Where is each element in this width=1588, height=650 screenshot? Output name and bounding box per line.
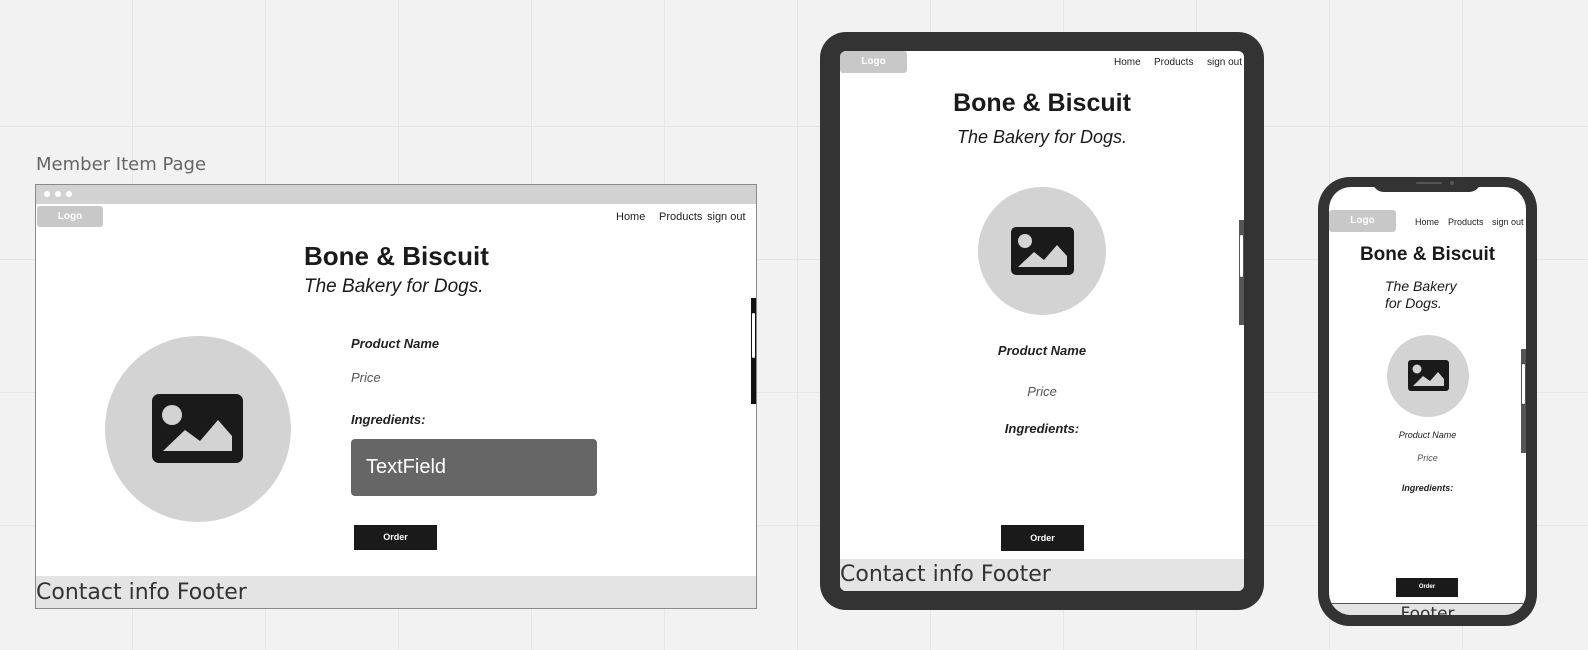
phone-notch: [1372, 177, 1481, 192]
scrollbar[interactable]: [1521, 349, 1526, 453]
nav-sign-out-link[interactable]: sign out: [1207, 57, 1242, 68]
window-dot-icon: [44, 191, 50, 197]
nav-home-link[interactable]: Home: [1415, 217, 1439, 227]
ingredients-textfield[interactable]: TextField: [351, 439, 597, 496]
scrollbar-thumb[interactable]: [1522, 364, 1525, 404]
nav-sign-out-link[interactable]: sign out: [707, 211, 746, 223]
site-tagline: The Bakery for Dogs.: [956, 127, 1128, 147]
textfield-label: TextField: [366, 456, 447, 478]
order-button[interactable]: Order: [1396, 578, 1458, 597]
nav-products-link[interactable]: Products: [1154, 57, 1193, 68]
logo[interactable]: Logo: [840, 51, 907, 73]
nav-sign-out-link[interactable]: sign out: [1492, 217, 1524, 227]
ingredients-label: Ingredients:: [1401, 483, 1454, 493]
product-image-placeholder: [978, 187, 1106, 315]
tablet-screen: Logo Home Products sign out Bone & Biscu…: [840, 51, 1244, 591]
image-icon: [152, 394, 243, 463]
product-price: Price: [1417, 453, 1438, 463]
logo[interactable]: Logo: [37, 206, 103, 227]
nav-home-link[interactable]: Home: [1114, 57, 1141, 68]
nav-products-link[interactable]: Products: [659, 211, 702, 223]
window-dot-icon: [55, 191, 61, 197]
site-tagline: The Bakery for Dogs.: [304, 276, 484, 297]
tablet-device: Logo Home Products sign out Bone & Biscu…: [820, 32, 1264, 610]
site-title: Bone & Biscuit: [1359, 244, 1496, 265]
product-name: Product Name: [351, 336, 440, 351]
site-title: Bone & Biscuit: [953, 89, 1131, 117]
order-button[interactable]: Order: [354, 525, 437, 550]
site-tagline-line-1: The Bakery: [1385, 278, 1457, 294]
phone-device: Logo Home Products sign out Bone & Biscu…: [1318, 177, 1537, 626]
desktop-browser-frame: Logo Home Products sign out Bone & Biscu…: [35, 184, 757, 609]
ingredients-label: Ingredients:: [1004, 421, 1080, 436]
desktop-footer: Contact info Footer: [36, 576, 756, 608]
speaker-icon: [1416, 182, 1442, 184]
nav-home-link[interactable]: Home: [616, 211, 645, 223]
product-name: Product Name: [997, 343, 1087, 358]
site-title: Bone & Biscuit: [304, 241, 489, 271]
product-image-placeholder: [1387, 335, 1469, 417]
window-dot-icon: [66, 191, 72, 197]
scrollbar-thumb[interactable]: [1240, 235, 1243, 277]
ingredients-label: Ingredients:: [351, 412, 426, 427]
phone-footer: Footer: [1329, 603, 1526, 615]
scrollbar-thumb[interactable]: [752, 313, 755, 358]
image-icon: [1011, 227, 1074, 275]
browser-title-bar: [36, 185, 756, 204]
order-button[interactable]: Order: [1001, 525, 1084, 551]
scrollbar[interactable]: [1239, 220, 1244, 325]
product-price: Price: [1027, 384, 1057, 399]
frame-label: Member Item Page: [36, 154, 207, 175]
product-price: Price: [351, 370, 381, 385]
camera-icon: [1450, 181, 1454, 185]
phone-screen: Logo Home Products sign out Bone & Biscu…: [1329, 187, 1526, 615]
product-name: Product Name: [1398, 430, 1457, 440]
product-image-placeholder: [105, 336, 291, 522]
tablet-footer: Contact info Footer: [840, 559, 1244, 591]
image-icon: [1408, 360, 1449, 391]
site-tagline-line-2: for Dogs.: [1385, 295, 1442, 311]
nav-products-link[interactable]: Products: [1448, 217, 1484, 227]
logo[interactable]: Logo: [1329, 210, 1396, 232]
scrollbar[interactable]: [751, 298, 756, 404]
